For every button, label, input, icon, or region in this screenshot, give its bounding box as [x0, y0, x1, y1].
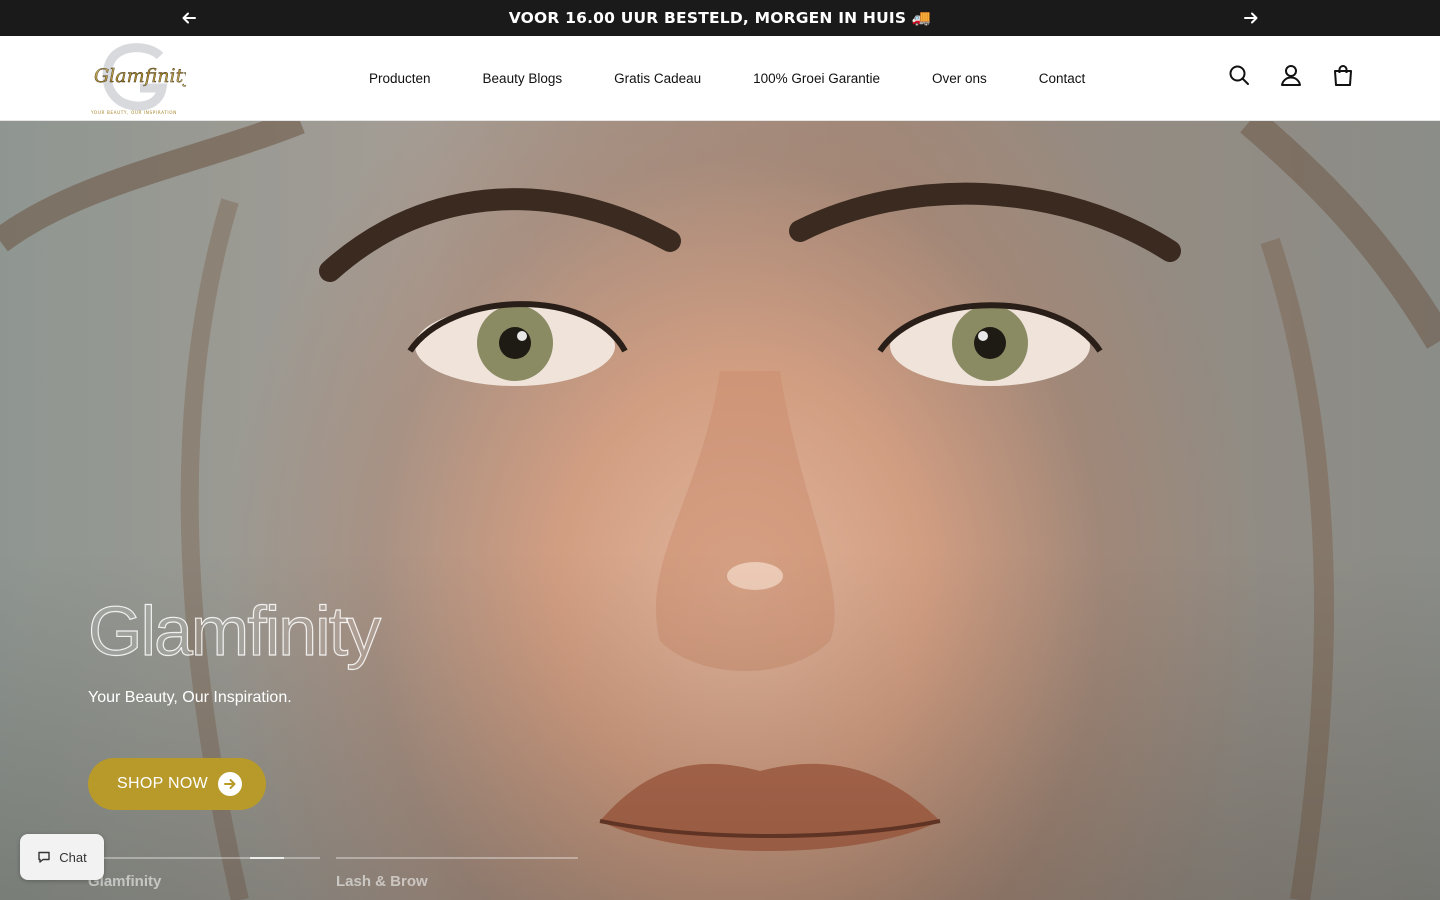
announcement-prev-button[interactable]	[179, 8, 199, 28]
slide-progress-1-fill	[250, 857, 284, 859]
shop-now-label: SHOP NOW	[117, 775, 209, 792]
search-button[interactable]	[1228, 64, 1250, 86]
logo-mark: Glamfinity YOUR BEAUTY, OUR INSPIRATION	[90, 43, 194, 115]
slide-progress-1-end	[284, 857, 320, 859]
nav-item-contact[interactable]: Contact	[1039, 71, 1086, 86]
main-nav: Producten Beauty Blogs Gratis Cadeau 100…	[369, 36, 1137, 121]
chat-label: Chat	[59, 849, 87, 865]
site-header: Glamfinity YOUR BEAUTY, OUR INSPIRATION …	[0, 36, 1440, 121]
logo-wordmark: Glamfinity	[94, 65, 186, 87]
logo-tagline: YOUR BEAUTY, OUR INSPIRATION	[90, 110, 177, 115]
slide-progress-1-rest	[88, 857, 250, 859]
hero-banner: Glamfinity Your Beauty, Our Inspiration.…	[0, 121, 1440, 900]
announcement-bar: VOOR 16.00 UUR BESTELD, MORGEN IN HUIS 🚚	[0, 0, 1440, 36]
nav-item-groei-garantie[interactable]: 100% Groei Garantie	[753, 71, 880, 86]
nav-item-beauty-blogs[interactable]: Beauty Blogs	[483, 71, 563, 86]
chat-button[interactable]: Chat	[20, 834, 104, 880]
announcement-text: VOOR 16.00 UUR BESTELD, MORGEN IN HUIS 🚚	[508, 9, 932, 27]
arrow-right-circle-icon	[218, 772, 242, 796]
arrow-left-icon	[182, 12, 196, 24]
slide-progress	[88, 857, 578, 859]
shop-now-button[interactable]: SHOP NOW	[88, 758, 266, 810]
hero-title: Glamfinity	[87, 591, 381, 670]
header-actions	[1228, 64, 1354, 86]
nav-item-over-ons[interactable]: Over ons	[932, 71, 987, 86]
nav-item-gratis-cadeau[interactable]: Gratis Cadeau	[614, 71, 701, 86]
slide-progress-2	[336, 857, 578, 859]
hero-subtitle: Your Beauty, Our Inspiration.	[88, 689, 292, 706]
account-icon	[1281, 65, 1301, 86]
slide-progress-gap	[320, 857, 336, 859]
brand-logo[interactable]: Glamfinity YOUR BEAUTY, OUR INSPIRATION	[88, 42, 194, 116]
slide-tab-lash-brow[interactable]: Lash & Brow	[336, 873, 428, 890]
chat-bubble-icon	[38, 851, 50, 863]
cart-button[interactable]	[1332, 64, 1354, 86]
account-button[interactable]	[1280, 64, 1302, 86]
arrow-right-icon	[1244, 12, 1258, 24]
announcement-next-button[interactable]	[1241, 8, 1261, 28]
nav-item-producten[interactable]: Producten	[369, 71, 431, 86]
search-icon	[1229, 65, 1249, 85]
cart-icon	[1334, 65, 1352, 86]
